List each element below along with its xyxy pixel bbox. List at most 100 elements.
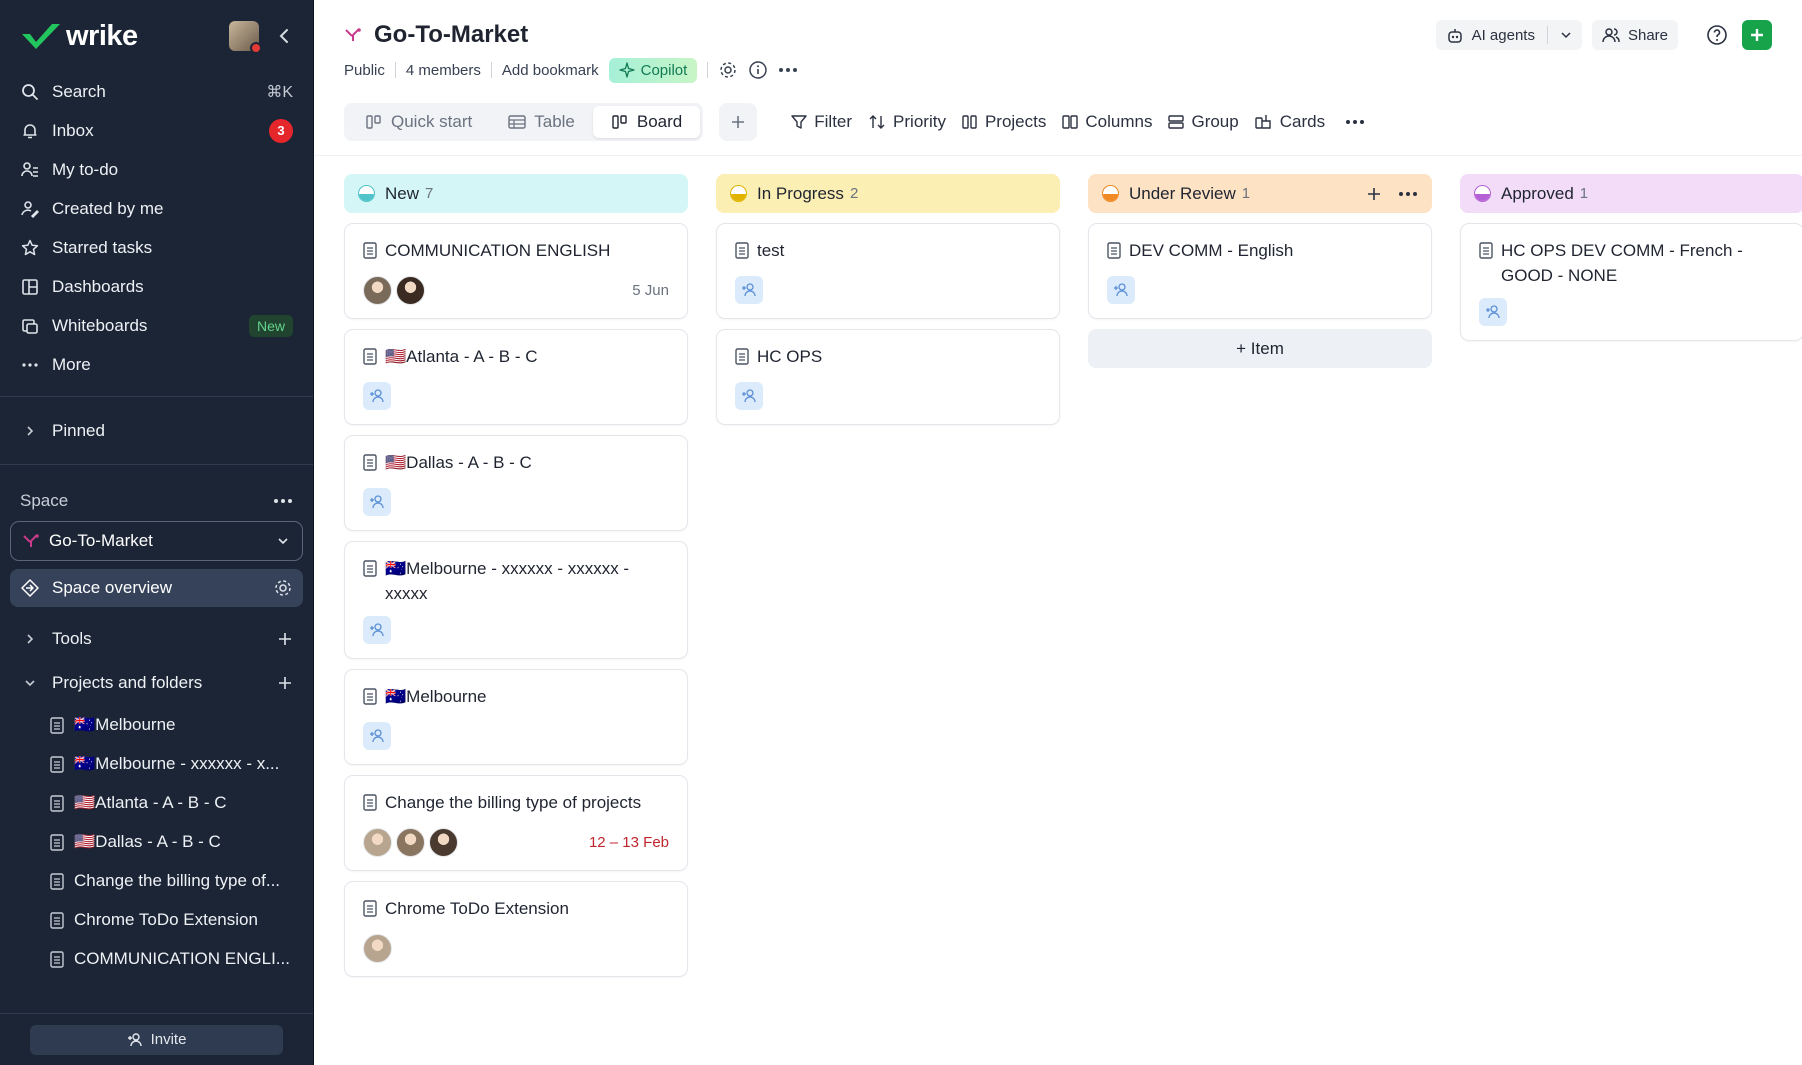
- add-assignee-button[interactable]: [363, 382, 391, 410]
- add-assignee-button[interactable]: [363, 616, 391, 644]
- cards-button[interactable]: Cards: [1255, 112, 1325, 132]
- task-card[interactable]: HC OPS: [716, 329, 1060, 425]
- more-icon[interactable]: [1345, 119, 1365, 125]
- assignee-avatar[interactable]: [396, 827, 425, 857]
- task-card[interactable]: 🇦🇺Melbourne - xxxxxx - xxxxxx - xxxxx: [344, 541, 688, 659]
- tree-item[interactable]: 🇦🇺Melbourne - xxxxxx - x...: [0, 744, 313, 783]
- add-assignee-button[interactable]: [363, 722, 391, 750]
- column-header[interactable]: Under Review 1: [1088, 174, 1432, 213]
- share-button[interactable]: Share: [1591, 20, 1678, 50]
- column-header[interactable]: Approved 1: [1460, 174, 1802, 213]
- tree-item[interactable]: Change the billing type of...: [0, 861, 313, 900]
- add-assignee-button[interactable]: [1107, 276, 1135, 304]
- due-date[interactable]: 12 – 13 Feb: [589, 834, 669, 851]
- card-title-text: HC OPS: [757, 347, 823, 366]
- filter-button[interactable]: Filter: [791, 112, 852, 132]
- flag: 🇺🇸: [385, 347, 407, 366]
- page-title[interactable]: Go-To-Market: [344, 21, 528, 49]
- info-icon[interactable]: [748, 60, 768, 80]
- space-overview-item[interactable]: Space overview: [10, 569, 303, 607]
- tree-item[interactable]: 🇺🇸Atlanta - A - B - C: [0, 783, 313, 822]
- nav-more[interactable]: More: [10, 345, 303, 384]
- invite-button[interactable]: Invite: [30, 1024, 283, 1055]
- task-card[interactable]: COMMUNICATION ENGLISH 5 Jun: [344, 223, 688, 319]
- space-selector[interactable]: Go-To-Market: [10, 521, 303, 561]
- tab-quick-start[interactable]: Quick start: [347, 106, 490, 138]
- help-button[interactable]: [1702, 20, 1732, 50]
- add-task-icon[interactable]: [1366, 186, 1382, 202]
- nav-inbox[interactable]: Inbox 3: [10, 111, 303, 150]
- task-card[interactable]: 🇺🇸Atlanta - A - B - C: [344, 329, 688, 425]
- assignees[interactable]: [363, 827, 458, 857]
- columns-button[interactable]: Columns: [1062, 112, 1152, 132]
- assignee-avatar[interactable]: [363, 275, 392, 305]
- assignees[interactable]: [363, 275, 425, 305]
- wrike-logo[interactable]: wrike: [20, 20, 138, 53]
- space-more-icon[interactable]: [273, 498, 293, 504]
- tool-label: Group: [1191, 112, 1239, 131]
- task-card[interactable]: test: [716, 223, 1060, 319]
- tab-label: Board: [636, 112, 683, 131]
- add-assignee-button[interactable]: [735, 382, 763, 410]
- task-card[interactable]: 🇦🇺Melbourne: [344, 669, 688, 765]
- gear-icon[interactable]: [273, 578, 293, 598]
- members-link[interactable]: 4 members: [406, 62, 481, 79]
- add-tool-icon[interactable]: [277, 631, 293, 647]
- pinned-toggle[interactable]: Pinned: [10, 411, 303, 450]
- add-project-icon[interactable]: [277, 675, 293, 691]
- due-date[interactable]: 5 Jun: [632, 282, 669, 299]
- ai-agents-button[interactable]: AI agents: [1435, 20, 1582, 50]
- collapse-sidebar-icon[interactable]: [275, 27, 293, 45]
- column-more-icon[interactable]: [1398, 191, 1418, 197]
- card-title: HC OPS: [735, 344, 1041, 372]
- nav-search[interactable]: Search ⌘K: [10, 72, 303, 111]
- assignee-avatar[interactable]: [396, 275, 425, 305]
- add-assignee-button[interactable]: [363, 488, 391, 516]
- gear-icon[interactable]: [718, 60, 738, 80]
- visibility-link[interactable]: Public: [344, 62, 385, 79]
- task-card[interactable]: DEV COMM - English: [1088, 223, 1432, 319]
- flag: 🇦🇺: [74, 753, 96, 773]
- nav-created-by-me[interactable]: Created by me: [10, 189, 303, 228]
- task-card[interactable]: Chrome ToDo Extension: [344, 881, 688, 977]
- tree-item[interactable]: COMMUNICATION ENGLI...: [0, 939, 313, 978]
- group-button[interactable]: Group: [1168, 112, 1239, 132]
- tools-toggle[interactable]: Tools: [10, 617, 303, 661]
- user-avatar[interactable]: [229, 21, 262, 54]
- column-header[interactable]: New 7: [344, 174, 688, 213]
- column-header[interactable]: In Progress 2: [716, 174, 1060, 213]
- task-card[interactable]: HC OPS DEV COMM - French - GOOD - NONE: [1460, 223, 1802, 341]
- add-assignee-button[interactable]: [735, 276, 763, 304]
- assignee-avatar[interactable]: [363, 933, 392, 963]
- task-card[interactable]: Change the billing type of projects 12 –…: [344, 775, 688, 871]
- tab-board[interactable]: Board: [592, 106, 701, 138]
- projects-button[interactable]: Projects: [962, 112, 1046, 132]
- add-item-button[interactable]: + Item: [1088, 329, 1432, 368]
- projects-folders-toggle[interactable]: Projects and folders: [10, 661, 303, 705]
- tree-item[interactable]: 🇺🇸Dallas - A - B - C: [0, 822, 313, 861]
- priority-button[interactable]: Priority: [868, 112, 946, 132]
- task-card[interactable]: 🇺🇸Dallas - A - B - C: [344, 435, 688, 531]
- chevron-down-icon[interactable]: [1560, 29, 1572, 41]
- tab-table[interactable]: Table: [490, 106, 593, 138]
- assignee-avatar[interactable]: [363, 827, 392, 857]
- add-view-button[interactable]: [719, 103, 758, 141]
- nav-my-todo[interactable]: My to-do: [10, 150, 303, 189]
- assignee-avatar[interactable]: [429, 827, 458, 857]
- nav-whiteboards[interactable]: Whiteboards New: [10, 306, 303, 345]
- add-assignee-button[interactable]: [1479, 298, 1507, 326]
- nav-starred-tasks[interactable]: Starred tasks: [10, 228, 303, 267]
- nav-dashboards[interactable]: Dashboards: [10, 267, 303, 306]
- tree-item[interactable]: Chrome ToDo Extension: [0, 900, 313, 939]
- add-bookmark-link[interactable]: Add bookmark: [502, 62, 599, 79]
- more-icon[interactable]: [778, 67, 798, 73]
- board-column: Under Review 1 DEV COMM - English + Item: [1088, 174, 1432, 1065]
- copilot-button[interactable]: Copilot: [608, 57, 698, 83]
- flag: 🇺🇸: [74, 792, 96, 812]
- tools-section: Tools Projects and folders: [0, 617, 313, 705]
- tree-item[interactable]: 🇦🇺Melbourne: [0, 705, 313, 744]
- create-new-button[interactable]: [1742, 20, 1772, 50]
- assignees[interactable]: [363, 933, 392, 963]
- card-title: HC OPS DEV COMM - French - GOOD - NONE: [1479, 238, 1785, 288]
- task-icon: [363, 241, 377, 266]
